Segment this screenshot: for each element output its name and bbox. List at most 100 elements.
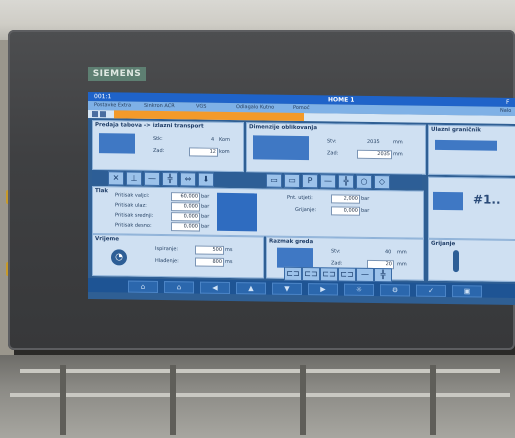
toolbar-button[interactable]: ╬: [338, 174, 354, 189]
toolbar-button[interactable]: ⊥: [126, 171, 142, 186]
alarm-banner[interactable]: [114, 110, 304, 122]
menu-item[interactable]: Sinkron ACR: [144, 102, 175, 111]
pnt-field[interactable]: 2,000: [331, 194, 360, 204]
post: [430, 365, 436, 435]
panel-title: Dimenzije oblikovanja: [249, 124, 318, 132]
pressure-field[interactable]: 0,000: [171, 202, 200, 212]
home-button[interactable]: ⌂: [128, 280, 158, 293]
unit: bar: [201, 203, 210, 210]
post: [170, 365, 176, 435]
unit: mm: [397, 261, 407, 268]
toolbar-button[interactable]: —: [356, 267, 374, 282]
unit: bar: [361, 195, 370, 202]
panel-counter: #1..: [428, 176, 515, 240]
pressure-field[interactable]: 60,000: [171, 192, 200, 202]
counter-value: #1..: [473, 192, 501, 207]
toolbar-button[interactable]: ⇔: [180, 172, 196, 187]
label: Stv:: [327, 138, 337, 145]
screen-id: 001:1: [94, 93, 112, 101]
toolbar-button[interactable]: ◇: [374, 174, 390, 190]
prev-button[interactable]: ◀: [200, 281, 230, 294]
label: Pritisak ulaz:: [115, 202, 147, 209]
panel-dimensions: Dimenzije oblikovanja Stv: 2035 mm Zad: …: [246, 122, 426, 175]
time-field[interactable]: 500: [195, 245, 224, 255]
light-button[interactable]: ☼: [344, 283, 374, 296]
profile-graphic: [253, 135, 309, 161]
toolbar-button[interactable]: ○: [356, 174, 372, 189]
label: Hlađenje:: [155, 257, 179, 265]
unit: mm: [393, 139, 403, 146]
up-button[interactable]: ▲: [236, 282, 266, 295]
settings-button[interactable]: ⚙: [380, 284, 410, 297]
panel-transport: Predaja tabova -> izlazni transport Stk:…: [92, 120, 244, 173]
toolbar-button[interactable]: ▭: [284, 173, 300, 188]
unit: bar: [361, 207, 370, 214]
label: Zad:: [331, 260, 343, 267]
rail: [20, 369, 500, 373]
panel-title: Razmak greda: [269, 238, 314, 246]
home-icon[interactable]: [92, 111, 98, 118]
unit: Kom: [219, 136, 230, 143]
grijanje-field[interactable]: 0,000: [331, 206, 360, 216]
panel-title: Predaja tabova -> izlazni transport: [95, 122, 204, 130]
panel-title: Vrijeme: [95, 236, 119, 243]
unit: mm: [397, 249, 407, 256]
next-button[interactable]: ▶: [308, 283, 338, 296]
label: Stv:: [331, 248, 341, 255]
pressure-field[interactable]: 0,000: [171, 212, 200, 222]
screen-title: HOME 1: [328, 96, 355, 104]
zad-field[interactable]: 2035: [357, 149, 392, 160]
unit: ms: [225, 246, 233, 254]
toolbar-button[interactable]: P: [302, 173, 318, 189]
toolbar-button[interactable]: ╬: [162, 172, 178, 187]
toolbar-button[interactable]: ⊏⊐: [302, 266, 320, 282]
confirm-button[interactable]: ✓: [416, 284, 446, 297]
machine-base: [0, 355, 515, 438]
time-field[interactable]: 800: [195, 257, 224, 267]
unit: ms: [225, 258, 233, 266]
unit: mm: [393, 151, 403, 158]
label: Zad:: [327, 150, 339, 157]
unit: kom: [219, 148, 230, 155]
label: Pritisak valjci:: [115, 192, 150, 199]
screen-button[interactable]: ▣: [452, 285, 482, 298]
panel-limiter: Ulazni graničnik: [428, 124, 515, 176]
alarm-icon[interactable]: [100, 111, 106, 118]
stack-graphic: [99, 133, 135, 154]
toolbar-button[interactable]: ▭: [266, 173, 282, 188]
toolbar-button[interactable]: ⊏⊐: [320, 267, 338, 282]
panel-heating: Grijanje: [428, 238, 515, 282]
label: Pnt. utjeti:: [287, 194, 313, 202]
value: 40: [385, 249, 392, 256]
pressure-field[interactable]: 0,000: [171, 222, 200, 232]
panel-title: Grijanje: [431, 240, 456, 248]
zad-field[interactable]: 12: [189, 147, 218, 157]
toolbar-button[interactable]: —: [320, 174, 336, 189]
unit: bar: [201, 193, 210, 200]
unit: bar: [201, 223, 210, 230]
toolbar-button[interactable]: —: [144, 171, 160, 187]
clock-icon: ◔: [111, 249, 127, 266]
label: Ispiranje:: [155, 245, 179, 253]
home-alt-button[interactable]: ⌂: [164, 281, 194, 294]
menu-item[interactable]: VGS: [196, 103, 206, 112]
label: Zad:: [153, 147, 165, 155]
panel-timing: Vrijeme ◔ Ispiranje: 500 ms Hlađenje: 80…: [92, 234, 264, 279]
hmi-screen: 001:1 HOME 1 F Postavke Extra Sinkron AC…: [88, 92, 515, 305]
toolbar-button[interactable]: ✕: [108, 171, 124, 186]
label: Pritisak srednji:: [115, 212, 154, 219]
toolbar-button[interactable]: ⊏⊐: [284, 266, 302, 281]
toolbar-button[interactable]: ╬: [374, 267, 392, 283]
menu-item[interactable]: Nalo: [500, 107, 511, 116]
down-button[interactable]: ▼: [272, 282, 302, 295]
value: 2035: [367, 138, 380, 146]
post: [300, 365, 306, 435]
toolbar-button[interactable]: ⬇: [198, 172, 214, 187]
panel-title: Ulazni graničnik: [431, 126, 481, 134]
title-right-text: F: [506, 98, 510, 106]
menu-item[interactable]: Pomoć: [293, 104, 310, 113]
toolbar-button[interactable]: ⊏⊐: [338, 267, 356, 282]
brand-logo: SIEMENS: [88, 67, 146, 81]
beam-graphic: [277, 247, 313, 269]
roller-graphic: [217, 192, 257, 232]
